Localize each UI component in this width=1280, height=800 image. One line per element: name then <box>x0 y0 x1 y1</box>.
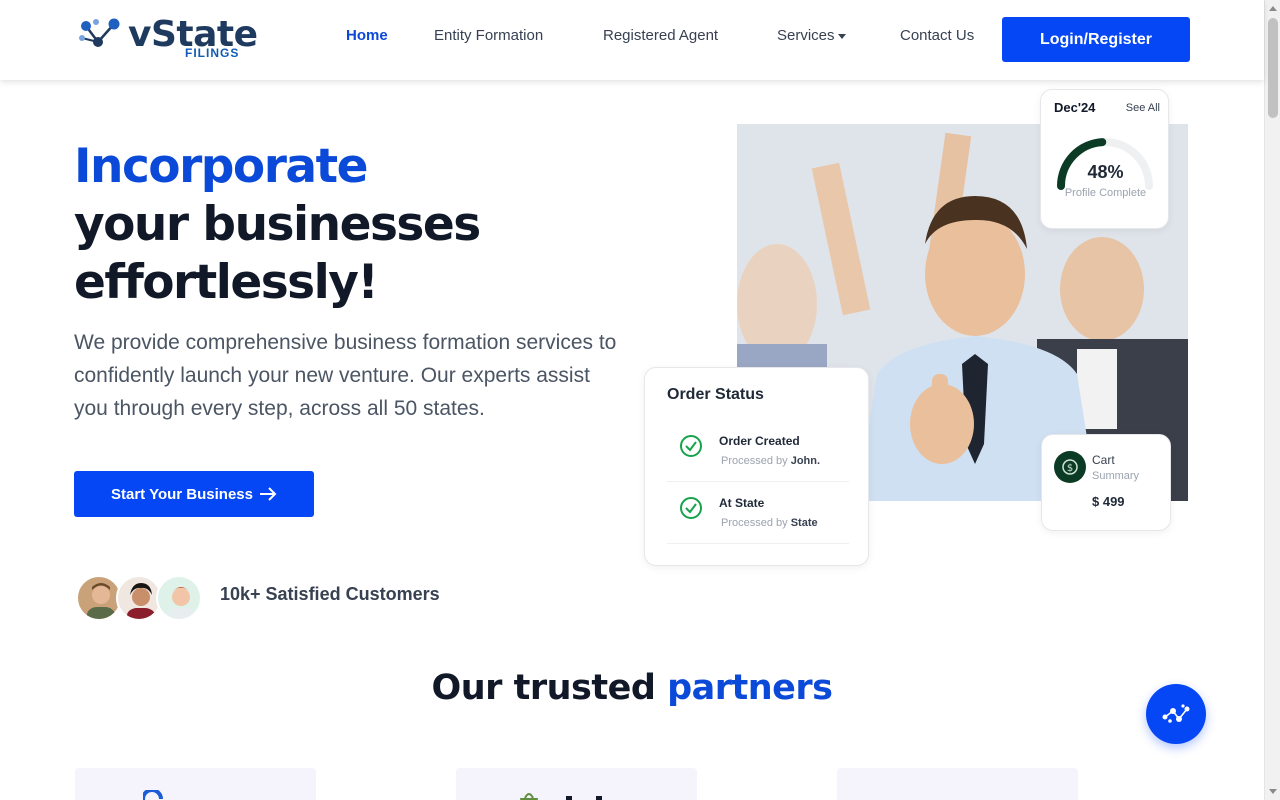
partners-title-dark: Our trusted <box>431 668 656 708</box>
partners-title-blue: partners <box>667 668 833 708</box>
navbar: vState FILINGS Home Entity Formation Reg… <box>0 0 1264 80</box>
brand-tagline: FILINGS <box>185 46 240 60</box>
network-nodes-icon <box>1162 704 1190 723</box>
dollar-coin-icon: $ <box>1054 451 1086 483</box>
hero-title-line2: your businesses <box>74 197 481 252</box>
profile-progress-card: Dec'24 See All 48% Profile Complete <box>1040 89 1169 229</box>
customers-count: 10k+ Satisfied Customers <box>220 584 440 604</box>
order-step-sub: Processed by John. <box>721 455 821 467</box>
profile-percent: 48% <box>1087 162 1124 182</box>
partner-card[interactable] <box>456 768 697 800</box>
partner-card[interactable] <box>75 768 316 800</box>
nav-registered-agent[interactable]: Registered Agent <box>603 27 718 44</box>
shopping-bag-icon <box>520 793 602 800</box>
nav-services[interactable]: Services <box>777 27 846 44</box>
cart-summary-card: $ Cart Summary $ 499 <box>1041 434 1171 531</box>
scroll-up-arrow-icon[interactable] <box>1269 6 1277 11</box>
chat-assistant-button[interactable] <box>1146 684 1206 744</box>
profile-complete-label: Profile Complete <box>1064 187 1147 199</box>
cart-title: Cart <box>1092 453 1115 467</box>
hero-title-line3: effortlessly! <box>74 255 379 310</box>
cart-price: $ 499 <box>1092 494 1125 509</box>
arrow-right-icon <box>260 487 277 501</box>
check-circle-icon <box>680 435 702 457</box>
partner-card[interactable] <box>837 768 1078 800</box>
partners-heading: Our trusted partners <box>0 668 1264 708</box>
partner-logo-icon <box>143 790 163 800</box>
nav-entity-formation[interactable]: Entity Formation <box>434 27 543 44</box>
nav-services-label: Services <box>777 27 835 44</box>
order-status-title: Order Status <box>667 386 764 403</box>
login-register-button[interactable]: Login/Register <box>1002 17 1190 62</box>
start-business-label: Start Your Business <box>111 485 253 503</box>
start-business-button[interactable]: Start Your Business <box>74 471 314 517</box>
scroll-down-arrow-icon[interactable] <box>1269 789 1277 794</box>
order-step-name: Order Created <box>719 434 800 448</box>
hero-title: Incorporate your businesses effortlessly… <box>74 138 481 312</box>
customer-avatars <box>76 575 206 621</box>
page-scrollbar[interactable] <box>1264 0 1280 800</box>
list-item: Order Created Processed by John. <box>667 424 849 482</box>
order-step-sub: Processed by State <box>721 517 818 529</box>
cart-subtitle: Summary <box>1092 470 1140 482</box>
order-step-name: At State <box>719 496 765 510</box>
scrollbar-thumb[interactable] <box>1268 18 1278 118</box>
svg-text:$: $ <box>1067 463 1073 474</box>
check-circle-icon <box>680 497 702 519</box>
network-logo-icon <box>79 18 120 47</box>
hero-description: We provide comprehensive business format… <box>74 331 617 420</box>
avatar <box>156 575 202 621</box>
see-all-link[interactable]: See All <box>1126 102 1160 114</box>
list-item: At State Processed by State <box>667 486 849 544</box>
nav-contact[interactable]: Contact Us <box>900 27 974 44</box>
progress-month: Dec'24 <box>1054 100 1096 115</box>
order-status-card: Order Status Order Created Processed by … <box>644 367 869 566</box>
nav-home[interactable]: Home <box>346 27 388 44</box>
brand-logo[interactable]: vState FILINGS <box>78 12 258 62</box>
hero-title-line1: Incorporate <box>74 139 368 194</box>
caret-down-icon <box>837 33 846 39</box>
profile-gauge <box>1057 138 1153 190</box>
